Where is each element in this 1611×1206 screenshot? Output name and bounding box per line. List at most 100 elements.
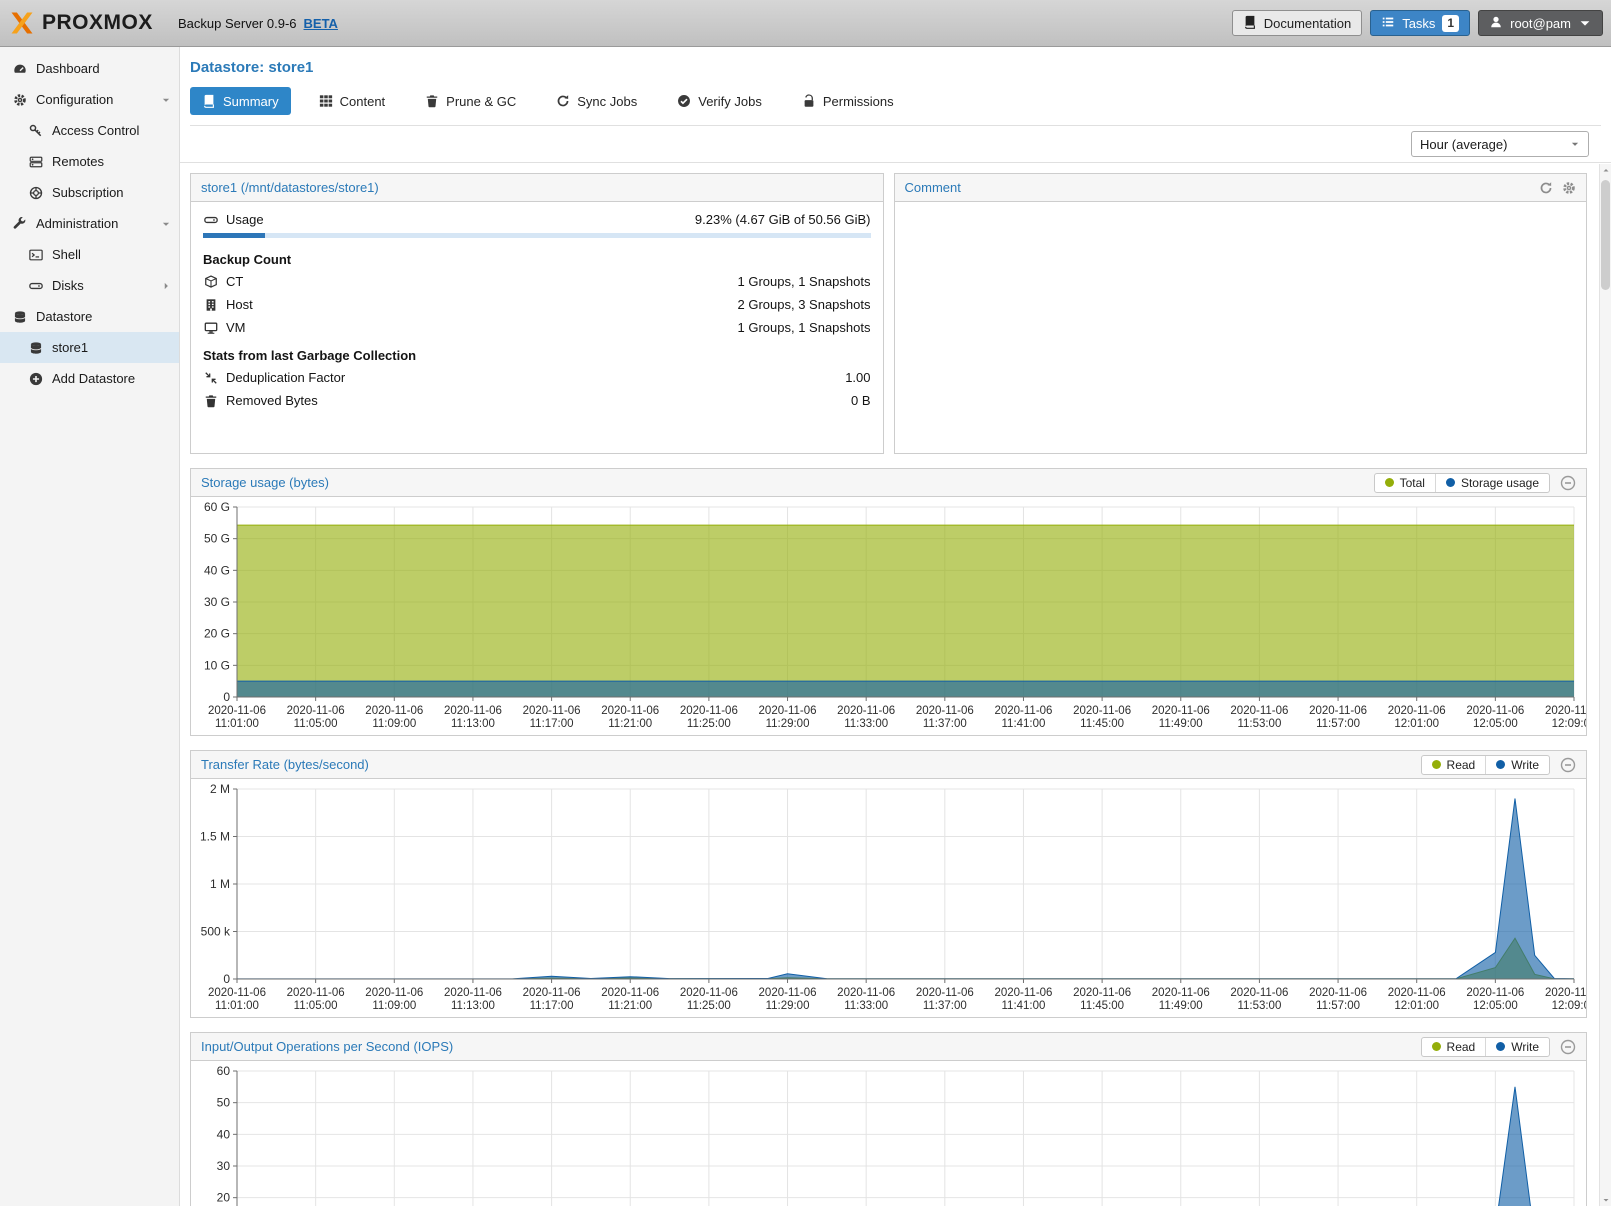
- chart-title: Input/Output Operations per Second (IOPS…: [201, 1039, 453, 1054]
- svg-text:11:25:00: 11:25:00: [687, 1000, 731, 1012]
- usage-value: 9.23% (4.67 GiB of 50.56 GiB): [695, 212, 871, 227]
- svg-text:2020-11-06: 2020-11-06: [523, 705, 581, 717]
- tab-bar: Summary Content Prune & GC Sync Jobs Verify …: [190, 87, 1601, 115]
- chart-header: Input/Output Operations per Second (IOPS…: [191, 1033, 1586, 1061]
- sidebar-item-administration[interactable]: Administration: [0, 208, 179, 239]
- svg-text:11:01:00: 11:01:00: [215, 718, 259, 730]
- sidebar-item-label: Datastore: [36, 309, 92, 324]
- sidebar-item-configuration[interactable]: Configuration: [0, 84, 179, 115]
- chart-panel-input-output-operations-per-second-iops: Input/Output Operations per Second (IOPS…: [190, 1032, 1587, 1206]
- svg-text:2020-11-06: 2020-11-06: [1230, 705, 1288, 717]
- vertical-scrollbar[interactable]: [1599, 164, 1611, 1206]
- legend-item-read[interactable]: Read: [1422, 756, 1486, 774]
- content: store1 (/mnt/datastores/store1) Usage 9.…: [180, 163, 1611, 1206]
- tab-summary[interactable]: Summary: [190, 87, 291, 115]
- legend-dot: [1432, 1042, 1441, 1051]
- svg-text:12:01:00: 12:01:00: [1394, 1000, 1439, 1012]
- sidebar-item-label: Remotes: [52, 154, 104, 169]
- sidebar-item-disks[interactable]: Disks: [0, 270, 179, 301]
- svg-text:11:05:00: 11:05:00: [294, 1000, 338, 1012]
- sidebar-item-subscription[interactable]: Subscription: [0, 177, 179, 208]
- svg-text:12:01:00: 12:01:00: [1394, 718, 1439, 730]
- sidebar-item-remotes[interactable]: Remotes: [0, 146, 179, 177]
- tasks-button[interactable]: Tasks 1: [1370, 10, 1470, 36]
- legend-item-total[interactable]: Total: [1375, 474, 1435, 492]
- svg-text:2020-11-06: 2020-11-06: [365, 705, 423, 717]
- summary-row-ct: CT1 Groups, 1 Snapshots: [203, 270, 871, 293]
- legend-item-write[interactable]: Write: [1485, 756, 1549, 774]
- sidebar: DashboardConfiguration Access Control Remo…: [0, 47, 180, 1206]
- sidebar-item-label: Subscription: [52, 185, 124, 200]
- tab-verify-jobs[interactable]: Verify Jobs: [665, 87, 774, 115]
- svg-text:11:49:00: 11:49:00: [1159, 718, 1203, 730]
- usage-row: Usage 9.23% (4.67 GiB of 50.56 GiB): [203, 208, 871, 231]
- panel-header: Comment: [895, 174, 1587, 202]
- beta-link[interactable]: BETA: [304, 16, 338, 31]
- svg-text:2020-11-06: 2020-11-06: [523, 987, 581, 999]
- chart-header: Transfer Rate (bytes/second)ReadWrite: [191, 751, 1586, 779]
- legend-item-write[interactable]: Write: [1485, 1038, 1549, 1056]
- reload-icon[interactable]: [1539, 181, 1553, 195]
- svg-text:11:41:00: 11:41:00: [1002, 1000, 1046, 1012]
- svg-text:40: 40: [217, 1127, 231, 1141]
- row-value: 0 B: [851, 393, 871, 408]
- svg-text:2020-11-06: 2020-11-06: [759, 987, 817, 999]
- panel-header: store1 (/mnt/datastores/store1): [191, 174, 883, 202]
- svg-text:12:09:00: 12:09:00: [1552, 1000, 1586, 1012]
- scroll-up-icon[interactable]: [1602, 164, 1610, 176]
- chart-title: Storage usage (bytes): [201, 475, 329, 490]
- tab-label: Permissions: [823, 94, 894, 109]
- row-value: 1 Groups, 1 Snapshots: [738, 320, 871, 335]
- panel-title: store1 (/mnt/datastores/store1): [201, 180, 379, 195]
- cube-icon: [203, 275, 219, 289]
- page-header: Datastore: store1 SummaryContentPrune & …: [180, 47, 1611, 126]
- svg-text:11:09:00: 11:09:00: [372, 1000, 416, 1012]
- tab-permissions[interactable]: Permissions: [790, 87, 906, 115]
- backup-count-rows: CT1 Groups, 1 SnapshotsHost2 Groups, 3 S…: [203, 270, 871, 339]
- chart-canvas: 01020304050602020-11-0611:01:002020-11-0…: [191, 1061, 1586, 1206]
- book-icon: [1243, 15, 1257, 32]
- sidebar-item-datastore[interactable]: Datastore: [0, 301, 179, 332]
- plus-circle-icon: [28, 372, 44, 386]
- scrollbar-track[interactable]: [1600, 176, 1611, 1194]
- tab-sync-jobs[interactable]: Sync Jobs: [544, 87, 649, 115]
- scrollbar-thumb[interactable]: [1601, 180, 1610, 290]
- backup-count-header: Backup Count: [203, 243, 871, 270]
- legend-item-read[interactable]: Read: [1422, 1038, 1486, 1056]
- refresh-icon: [556, 94, 570, 108]
- svg-text:11:37:00: 11:37:00: [923, 718, 967, 730]
- tab-prune-gc[interactable]: Prune & GC: [413, 87, 528, 115]
- scroll-down-icon[interactable]: [1602, 1194, 1610, 1206]
- svg-text:2020-11-06: 2020-11-06: [837, 987, 895, 999]
- panel-body: Usage 9.23% (4.67 GiB of 50.56 GiB) Back…: [191, 202, 883, 453]
- svg-text:10 G: 10 G: [204, 658, 230, 672]
- user-menu-button[interactable]: root@pam: [1478, 10, 1603, 36]
- summary-row-vm: VM1 Groups, 1 Snapshots: [203, 316, 871, 339]
- sidebar-item-add-datastore[interactable]: Add Datastore: [0, 363, 179, 394]
- gear-icon[interactable]: [1562, 181, 1576, 195]
- svg-text:2020-11-06: 2020-11-06: [1545, 987, 1586, 999]
- wrench-icon: [12, 217, 28, 231]
- collapse-icon[interactable]: [1560, 757, 1576, 773]
- tab-content[interactable]: Content: [307, 87, 398, 115]
- svg-text:20: 20: [217, 1191, 231, 1205]
- collapse-icon[interactable]: [1560, 1039, 1576, 1055]
- gc-stats-rows: Deduplication Factor1.00Removed Bytes0 B: [203, 366, 871, 412]
- svg-text:2020-11-06: 2020-11-06: [1230, 987, 1288, 999]
- sidebar-item-dashboard[interactable]: Dashboard: [0, 53, 179, 84]
- sidebar-item-label: Access Control: [52, 123, 139, 138]
- sidebar-item-label: Administration: [36, 216, 118, 231]
- legend-item-storage-usage[interactable]: Storage usage: [1435, 474, 1549, 492]
- svg-text:2020-11-06: 2020-11-06: [444, 987, 502, 999]
- server-icon: [28, 155, 44, 169]
- documentation-button[interactable]: Documentation: [1232, 10, 1362, 36]
- comment-body[interactable]: [895, 202, 1587, 453]
- svg-text:12:05:00: 12:05:00: [1473, 1000, 1518, 1012]
- timeframe-select[interactable]: Hour (average): [1411, 131, 1589, 157]
- gc-stats-header: Stats from last Garbage Collection: [203, 339, 871, 366]
- sidebar-item-access-control[interactable]: Access Control: [0, 115, 179, 146]
- collapse-icon[interactable]: [1560, 475, 1576, 491]
- sidebar-item-shell[interactable]: Shell: [0, 239, 179, 270]
- sidebar-item-store1[interactable]: store1: [0, 332, 179, 363]
- main-area: Datastore: store1 SummaryContentPrune & …: [180, 47, 1611, 1206]
